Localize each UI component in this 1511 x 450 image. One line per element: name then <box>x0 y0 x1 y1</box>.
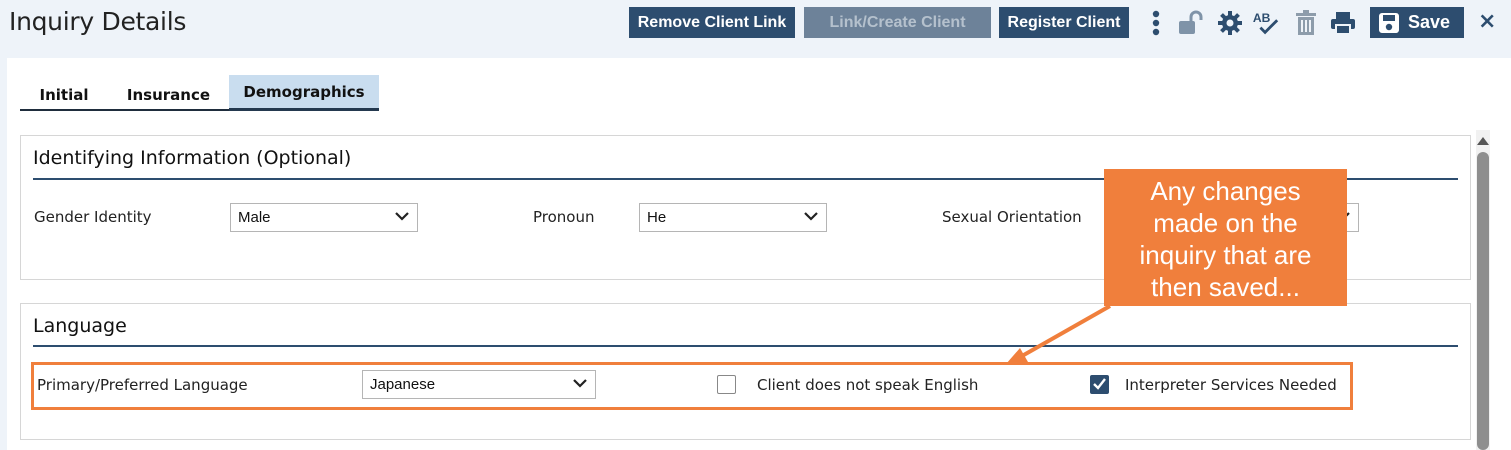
pronoun-value: He <box>647 209 667 226</box>
pronoun-select[interactable]: He <box>639 203 827 232</box>
scrollbar-thumb[interactable] <box>1477 152 1489 450</box>
print-icon[interactable] <box>1329 7 1357 38</box>
tab-initial[interactable]: Initial <box>20 75 108 111</box>
remove-client-link-button[interactable]: Remove Client Link <box>629 7 795 38</box>
callout-line: inquiry that are <box>1139 240 1312 270</box>
save-button[interactable]: Save <box>1370 7 1464 38</box>
floppy-disk-icon <box>1379 12 1399 33</box>
scroll-up-arrow-icon[interactable] <box>1476 136 1490 146</box>
section-divider <box>33 345 1458 347</box>
section-title-identifying: Identifying Information (Optional) <box>33 147 352 169</box>
sexual-orientation-label: Sexual Orientation <box>942 208 1082 226</box>
link-create-client-button[interactable]: Link/Create Client <box>804 7 991 38</box>
callout-line: Any changes <box>1150 176 1301 206</box>
callout-line: then saved... <box>1151 272 1300 302</box>
save-label: Save <box>1408 12 1451 32</box>
gear-icon[interactable] <box>1216 7 1244 38</box>
gender-identity-select[interactable]: Male <box>230 203 418 232</box>
language-row-highlight <box>31 362 1353 410</box>
page-title: Inquiry Details <box>9 7 187 36</box>
callout-arrow <box>1006 304 1111 364</box>
tab-insurance[interactable]: Insurance <box>108 75 229 111</box>
more-options-icon[interactable] <box>1142 7 1170 38</box>
chevron-down-icon <box>395 212 409 221</box>
header-bar: Inquiry Details Remove Client Link Link/… <box>0 0 1511 52</box>
callout-line: made on the <box>1153 208 1298 238</box>
chevron-down-icon <box>804 212 818 221</box>
pronoun-label: Pronoun <box>533 208 595 226</box>
close-icon[interactable]: × <box>1478 9 1496 34</box>
section-title-language: Language <box>33 315 127 337</box>
gender-identity-label: Gender Identity <box>34 208 152 226</box>
delete-icon[interactable] <box>1292 7 1320 38</box>
register-client-button[interactable]: Register Client <box>999 7 1129 38</box>
tab-demographics[interactable]: Demographics <box>229 75 379 111</box>
spell-check-icon[interactable]: AB <box>1252 7 1280 38</box>
unlock-icon[interactable] <box>1176 7 1204 38</box>
svg-text:AB: AB <box>1253 11 1271 25</box>
annotation-callout: Any changes made on the inquiry that are… <box>1104 169 1347 306</box>
gender-identity-value: Male <box>238 209 271 226</box>
